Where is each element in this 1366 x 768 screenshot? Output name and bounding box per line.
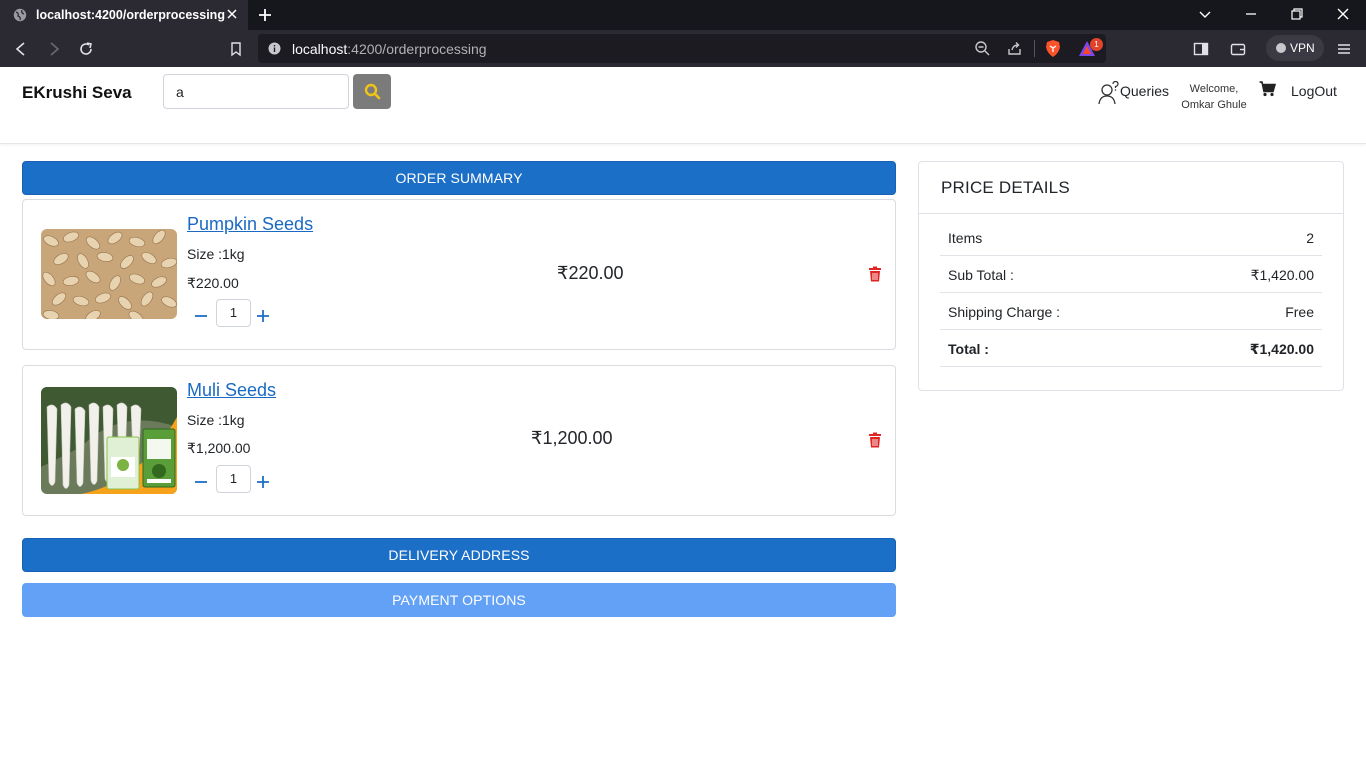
price-value: 2 <box>1306 230 1314 246</box>
back-icon[interactable] <box>12 40 30 58</box>
url-text: localhost:4200/orderprocessing <box>292 41 487 57</box>
order-item: Pumpkin Seeds Size :1kg ₹220.00 1 ₹220.0… <box>22 199 896 350</box>
pumpkin-seeds-image <box>41 229 177 319</box>
vpn-label: VPN <box>1290 41 1315 55</box>
vpn-button[interactable]: VPN <box>1266 35 1324 61</box>
search-button[interactable] <box>353 74 391 109</box>
product-name-link[interactable]: Muli Seeds <box>187 380 276 401</box>
plus-icon[interactable] <box>256 308 270 322</box>
close-tab-icon[interactable] <box>224 6 240 22</box>
price-value: ₹1,420.00 <box>1249 341 1314 357</box>
plus-icon[interactable] <box>256 474 270 488</box>
browser-tab[interactable]: localhost:4200/orderprocessing <box>0 0 248 30</box>
chevron-down-icon[interactable] <box>1197 6 1213 22</box>
share-icon[interactable] <box>1006 40 1023 57</box>
user-name: Omkar Ghule <box>1181 99 1247 111</box>
welcome-greeting: Welcome, <box>1189 83 1239 95</box>
bookmark-icon[interactable] <box>227 40 245 58</box>
price-details-card: PRICE DETAILS Items 2 Sub Total : ₹1,420… <box>918 161 1344 391</box>
forward-icon[interactable] <box>45 40 63 58</box>
price-row-items: Items 2 <box>940 219 1322 256</box>
trash-icon[interactable] <box>868 432 882 448</box>
product-unit-price: ₹220.00 <box>187 275 239 291</box>
price-label: Sub Total : <box>948 267 1014 283</box>
price-row-subtotal: Sub Total : ₹1,420.00 <box>940 256 1322 293</box>
product-line-total: ₹220.00 <box>557 263 624 283</box>
product-line-total: ₹1,200.00 <box>531 428 613 448</box>
delivery-address-button[interactable]: DELIVERY ADDRESS <box>22 538 896 572</box>
order-item: Muli Seeds Size :1kg ₹1,200.00 1 ₹1,200.… <box>22 365 896 516</box>
price-value: ₹1,420.00 <box>1250 267 1314 283</box>
price-label: Shipping Charge : <box>948 304 1061 320</box>
wallet-icon[interactable] <box>1229 40 1247 58</box>
notification-badge: 1 <box>1090 38 1103 51</box>
url-host: localhost <box>292 41 348 57</box>
close-window-icon[interactable] <box>1335 6 1351 22</box>
brand-logo[interactable]: EKrushi Seva <box>22 83 132 103</box>
price-label: Items <box>948 230 983 246</box>
payment-options-button[interactable]: PAYMENT OPTIONS <box>22 583 896 617</box>
price-row-shipping: Shipping Charge : Free <box>940 293 1322 330</box>
sidebar-icon[interactable] <box>1192 40 1210 58</box>
search-input[interactable] <box>163 74 349 109</box>
browser-toolbar: localhost:4200/orderprocessing 1 VPN <box>0 30 1366 67</box>
price-value: Free <box>1285 304 1314 320</box>
logout-link[interactable]: LogOut <box>1291 83 1337 99</box>
tab-title: localhost:4200/orderprocessing <box>36 8 225 22</box>
minus-icon[interactable] <box>194 474 208 488</box>
welcome-text: Welcome, Omkar Ghule <box>1176 81 1252 113</box>
menu-icon[interactable] <box>1335 40 1353 58</box>
product-unit-price: ₹1,200.00 <box>187 440 251 456</box>
trash-icon[interactable] <box>868 266 882 282</box>
quantity-input[interactable]: 1 <box>216 299 251 327</box>
divider <box>1034 40 1035 57</box>
zoom-out-icon[interactable] <box>974 40 991 57</box>
minus-icon[interactable] <box>194 308 208 322</box>
product-size: Size :1kg <box>187 246 245 262</box>
price-details-header: PRICE DETAILS <box>919 162 1343 214</box>
order-summary-button[interactable]: ORDER SUMMARY <box>22 161 896 195</box>
product-name-link[interactable]: Pumpkin Seeds <box>187 214 313 235</box>
price-details-title: PRICE DETAILS <box>941 178 1070 197</box>
app-header: EKrushi Seva Queries Welcome, Omkar Ghul… <box>0 67 1366 144</box>
person-question-icon <box>1098 81 1119 105</box>
browser-tab-strip: localhost:4200/orderprocessing <box>0 0 1366 30</box>
cart-icon[interactable] <box>1259 81 1276 97</box>
muli-seeds-image <box>41 387 177 494</box>
price-row-total: Total : ₹1,420.00 <box>940 330 1322 367</box>
minimize-icon[interactable] <box>1243 6 1259 22</box>
product-size: Size :1kg <box>187 412 245 428</box>
new-tab-icon[interactable] <box>256 6 274 24</box>
globe-icon <box>13 8 27 22</box>
quantity-input[interactable]: 1 <box>216 465 251 493</box>
brave-shield-icon[interactable] <box>1044 39 1062 58</box>
address-bar[interactable]: localhost:4200/orderprocessing <box>258 34 1106 63</box>
vpn-status-icon <box>1276 43 1286 53</box>
price-label: Total : <box>948 341 989 357</box>
site-info-icon[interactable] <box>268 42 281 55</box>
queries-label: Queries <box>1120 83 1170 99</box>
reload-icon[interactable] <box>77 40 95 58</box>
url-path: :4200/orderprocessing <box>347 41 487 57</box>
restore-icon[interactable] <box>1289 6 1305 22</box>
search-icon <box>364 83 381 100</box>
